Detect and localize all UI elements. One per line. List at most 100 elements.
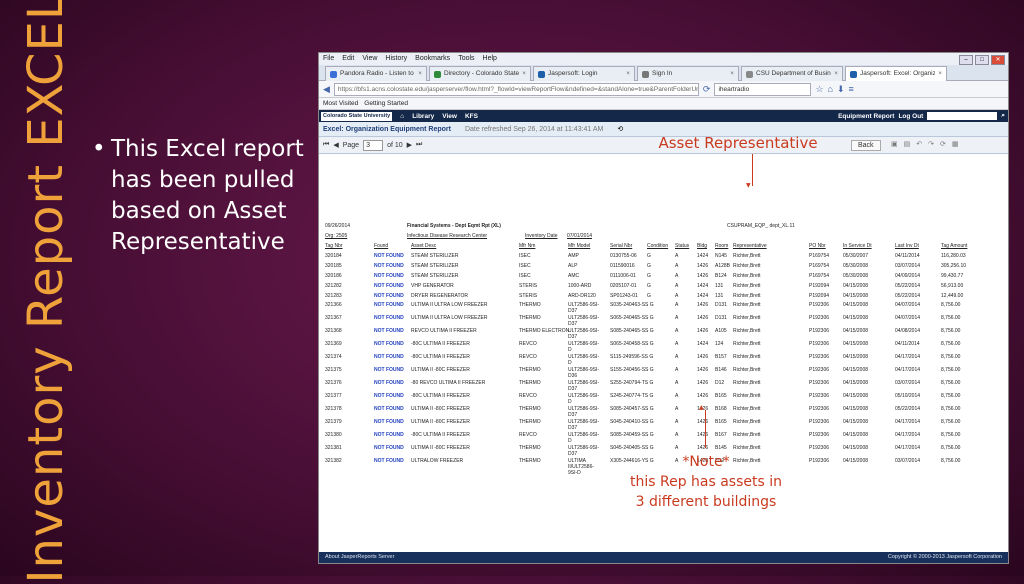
browser-tab[interactable]: Directory - Colorado State ... × bbox=[429, 66, 531, 81]
bookmark-most-visited[interactable]: Most Visited bbox=[323, 98, 358, 109]
table-cell-desc: REVCO ULTIMA II FREEZER bbox=[411, 328, 477, 334]
browser-tab[interactable]: CSU Department of Business a...× bbox=[741, 66, 843, 81]
download-icon[interactable]: ⬇ bbox=[837, 84, 845, 95]
table-cell-found: NOT FOUND bbox=[374, 293, 404, 299]
column-header: PO Nbr bbox=[809, 243, 826, 249]
star-icon[interactable]: ☆ bbox=[815, 84, 823, 95]
note-block: *Note* this Rep has assets in 3 differen… bbox=[606, 452, 806, 512]
table-cell-status: A bbox=[675, 354, 679, 360]
browser-tab[interactable]: Jaspersoft: Excel: Organizat...× bbox=[845, 66, 947, 81]
close-button[interactable]: ✕ bbox=[991, 55, 1005, 65]
reset-icon[interactable]: ⟳ bbox=[940, 140, 946, 148]
table-cell-model-cont: D37 bbox=[568, 451, 578, 457]
search-input[interactable]: iheartradio bbox=[714, 82, 812, 96]
table-cell-bldg: 1424 bbox=[697, 253, 709, 259]
footer-about[interactable]: About JasperReports Server bbox=[325, 552, 394, 563]
search-icon[interactable]: ⌕ bbox=[1001, 112, 1005, 120]
table-cell-lastinv: 04/17/2014 bbox=[895, 367, 921, 373]
home-nav-icon[interactable]: ⌂ bbox=[400, 113, 404, 120]
table-cell-room: 124 bbox=[715, 341, 724, 347]
table-cell-found: NOT FOUND bbox=[374, 328, 404, 334]
table-cell-rep: Richter,Brett bbox=[733, 293, 761, 299]
url-input[interactable]: https://bfs1.acns.colostate.edu/jasperse… bbox=[333, 82, 699, 96]
table-cell-po: P169754 bbox=[809, 263, 830, 269]
menu-item-help[interactable]: Help bbox=[483, 53, 497, 65]
browser-tab[interactable]: Sign In × bbox=[637, 66, 739, 81]
tab-close-icon[interactable]: × bbox=[522, 67, 526, 81]
table-cell-serial: S035-240463-SS G bbox=[610, 302, 654, 308]
table-cell-room: A105 bbox=[715, 328, 727, 334]
table-cell-cond: G bbox=[647, 273, 651, 279]
table-cell-rep: Richter,Brett bbox=[733, 432, 761, 438]
table-cell-tag: 321376 bbox=[325, 380, 342, 386]
tab-label: Jaspersoft: Login bbox=[548, 70, 598, 77]
tab-close-icon[interactable]: × bbox=[418, 67, 422, 81]
tab-close-icon[interactable]: × bbox=[834, 67, 838, 81]
column-header: In Service Dt bbox=[843, 243, 872, 249]
last-page-icon[interactable]: ⏭ bbox=[416, 141, 422, 149]
save-icon[interactable]: ▣ bbox=[891, 140, 898, 148]
table-cell-serial: 0205107-01 bbox=[610, 283, 637, 289]
browser-tab[interactable]: Jaspersoft: Login × bbox=[533, 66, 635, 81]
app-search-input[interactable] bbox=[927, 112, 998, 120]
table-cell-model: ALP bbox=[568, 263, 578, 269]
table-cell-insvc: 04/15/2008 bbox=[843, 458, 869, 464]
table-cell-mfr: STERIS bbox=[519, 283, 538, 289]
first-page-icon[interactable]: ⏮ bbox=[323, 141, 329, 149]
table-cell-tag: 320184 bbox=[325, 253, 342, 259]
table-cell-bldg: 1426 bbox=[697, 445, 709, 451]
tab-close-icon[interactable]: × bbox=[938, 67, 942, 81]
nav-library[interactable]: Library bbox=[412, 113, 434, 120]
table-cell-amt: 8,756.00 bbox=[941, 445, 961, 451]
table-cell-serial: 0111006-01 bbox=[610, 273, 636, 279]
tab-favicon-icon bbox=[642, 70, 649, 78]
table-cell-mfr: ISEC bbox=[519, 253, 531, 259]
table-cell-model-cont: D bbox=[568, 360, 572, 366]
menu-item-bookmarks[interactable]: Bookmarks bbox=[415, 53, 450, 65]
menu-item-history[interactable]: History bbox=[385, 53, 407, 65]
nav-kfs[interactable]: KFS bbox=[465, 113, 478, 120]
table-cell-bldg: 1426 bbox=[697, 263, 709, 269]
column-header: Asset Desc bbox=[411, 243, 437, 249]
table-cell-rep: Richter,Brett bbox=[733, 367, 761, 373]
maximize-button[interactable]: □ bbox=[975, 55, 989, 65]
redo-icon[interactable]: ↷ bbox=[928, 140, 934, 148]
menu-item-file[interactable]: File bbox=[323, 53, 334, 65]
bullet-text: This Excel report has been pulled based … bbox=[111, 136, 304, 255]
bookmark-getting-started[interactable]: Getting Started bbox=[364, 98, 408, 109]
tab-favicon-icon bbox=[850, 70, 857, 78]
page-number-input[interactable]: 3 bbox=[363, 139, 384, 151]
minimize-button[interactable]: – bbox=[959, 55, 973, 65]
bullet-dot: • bbox=[92, 136, 106, 162]
menu-item-tools[interactable]: Tools bbox=[458, 53, 474, 65]
tab-close-icon[interactable]: × bbox=[626, 67, 630, 81]
table-cell-mfr: ISEC bbox=[519, 263, 531, 269]
table-cell-model-cont: D37 bbox=[568, 334, 578, 340]
table-cell-insvc: 05/30/2008 bbox=[843, 263, 869, 269]
back-arrow-icon[interactable]: ◀ bbox=[323, 84, 330, 95]
menu-item-edit[interactable]: Edit bbox=[342, 53, 354, 65]
table-cell-room: B165 bbox=[715, 419, 727, 425]
tab-close-icon[interactable]: × bbox=[730, 67, 734, 81]
table-cell-insvc: 04/15/2008 bbox=[843, 380, 869, 386]
menu-icon[interactable]: ≡ bbox=[849, 84, 854, 94]
home-icon[interactable]: ⌂ bbox=[828, 84, 833, 94]
table-cell-desc: ULTIMA II -80C FREEZER bbox=[411, 445, 470, 451]
undo-icon[interactable]: ↶ bbox=[916, 140, 922, 148]
reload-icon[interactable]: ⟳ bbox=[703, 84, 711, 95]
refresh-icon[interactable]: ⟲ bbox=[617, 125, 623, 133]
nav-view[interactable]: View bbox=[442, 113, 457, 120]
logout-link[interactable]: Log Out bbox=[898, 113, 923, 120]
sheet-org: Org: 2505 bbox=[325, 233, 348, 239]
prev-page-icon[interactable]: ◀ bbox=[333, 141, 338, 149]
back-button[interactable]: Back bbox=[851, 140, 881, 151]
menu-item-view[interactable]: View bbox=[362, 53, 377, 65]
column-header: Status bbox=[675, 243, 690, 249]
table-cell-model-cont: D36 bbox=[568, 373, 578, 379]
table-cell-rep: Richter,Brett bbox=[733, 328, 761, 334]
options-icon[interactable]: ▦ bbox=[952, 140, 959, 148]
next-page-icon[interactable]: ▶ bbox=[407, 141, 412, 149]
tab-label: Jaspersoft: Excel: Organizat... bbox=[860, 70, 935, 77]
browser-tab[interactable]: Pandora Radio - Listen to F...× bbox=[325, 66, 427, 81]
export-icon[interactable]: ▤ bbox=[904, 140, 911, 148]
